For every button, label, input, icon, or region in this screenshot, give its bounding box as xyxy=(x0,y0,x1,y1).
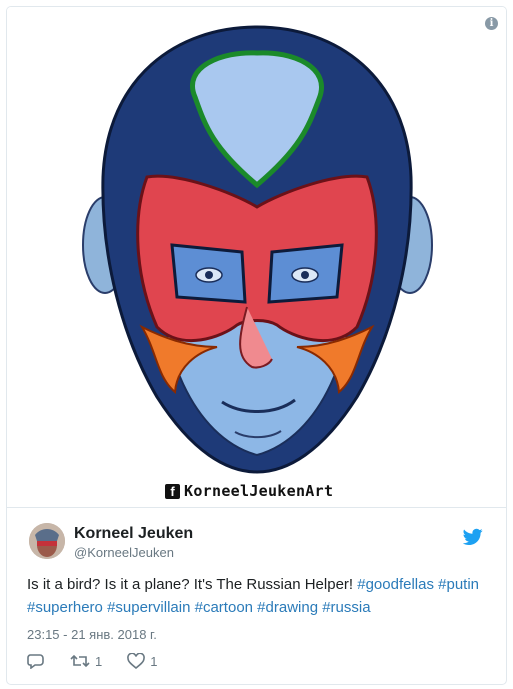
reply-button[interactable] xyxy=(27,653,45,669)
reply-icon xyxy=(27,654,44,669)
heart-icon xyxy=(127,653,146,669)
tweet-card: f KorneelJeukenArt i Korneel Jeuken @Kor… xyxy=(6,6,507,685)
info-icon[interactable]: i xyxy=(485,17,498,30)
retweet-icon xyxy=(70,654,90,668)
tweet-actions: 1 1 xyxy=(27,649,182,673)
hashtag-link[interactable]: #superhero xyxy=(27,599,103,616)
twitter-bird-icon[interactable] xyxy=(463,528,483,546)
hashtag-link[interactable]: #cartoon xyxy=(195,599,253,616)
hashtag-link[interactable]: #goodfellas xyxy=(357,576,434,593)
author-handle[interactable]: @KorneelJeuken xyxy=(74,545,174,560)
watermark-text: KorneelJeukenArt xyxy=(184,482,334,500)
tweet-timestamp[interactable]: 23:15 - 21 янв. 2018 г. xyxy=(27,627,157,642)
author-name[interactable]: Korneel Jeuken xyxy=(74,525,193,543)
tweet-plain-text: Is it a bird? Is it a plane? It's The Ru… xyxy=(27,576,358,593)
like-count: 1 xyxy=(150,653,158,669)
hashtag-link[interactable]: #supervillain xyxy=(107,599,190,616)
hashtag-link[interactable]: #putin xyxy=(438,576,479,593)
artist-watermark: f KorneelJeukenArt xyxy=(165,481,333,501)
retweet-button[interactable]: 1 xyxy=(70,653,102,669)
hashtag-link[interactable]: #drawing xyxy=(257,599,318,616)
like-button[interactable]: 1 xyxy=(127,653,157,669)
avatar[interactable] xyxy=(29,523,65,559)
tweet-text: Is it a bird? Is it a plane? It's The Ru… xyxy=(27,573,489,619)
tweet-author-header: Korneel Jeuken @KorneelJeuken xyxy=(27,520,487,564)
mask-face-illustration xyxy=(82,25,433,474)
hashtag-link[interactable]: #russia xyxy=(322,599,370,616)
facebook-icon: f xyxy=(165,483,180,499)
tweet-image[interactable]: f KorneelJeukenArt xyxy=(7,7,506,508)
retweet-count: 1 xyxy=(95,653,103,669)
